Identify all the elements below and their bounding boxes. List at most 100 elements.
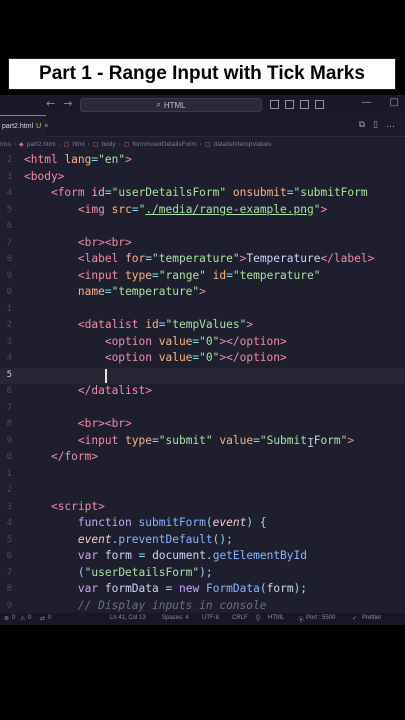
code-line: 9 <input type="range" id="temperature" — [0, 269, 405, 286]
line-number: 3 — [6, 171, 12, 182]
window-controls: — □ — [362, 97, 399, 108]
language-mode[interactable]: HTML — [268, 615, 284, 621]
breadcrumb-item[interactable]: html — [72, 141, 84, 148]
code-line: 5 event.preventDefault(); — [0, 533, 405, 550]
line-number: 9 — [6, 435, 12, 446]
command-search-box[interactable]: ⌕ HTML — [80, 98, 262, 112]
live-server-port[interactable]: Port : 5500 — [306, 615, 335, 621]
html-file-icon: ◆ — [19, 141, 24, 148]
line-number: 6 — [6, 551, 12, 561]
code-text: <label for="temperature">Temperature</la… — [77, 252, 375, 265]
line-number: 8 — [6, 584, 12, 594]
warnings-icon[interactable]: ⚠ — [20, 615, 25, 622]
line-number: 4 — [6, 353, 12, 363]
formatter[interactable]: Prettier — [362, 615, 381, 621]
code-line: 6 </datalist> — [0, 384, 405, 401]
breadcrumb: rms › ◆ part2.html › ▢ html › ▢ body › ▢… — [0, 137, 405, 151]
code-line: 3 <script> — [0, 500, 405, 517]
ports-icon[interactable]: ⇄ — [40, 615, 45, 622]
maximize-icon[interactable]: □ — [390, 97, 399, 108]
code-text: <html lang="en"> — [24, 153, 132, 166]
code-text: ("userDetailsForm"); — [77, 565, 213, 579]
breadcrumb-item[interactable]: datalist#tempValues — [214, 141, 272, 148]
line-number: 2 — [6, 155, 12, 165]
tab-part2-html[interactable]: part2.html U × — [0, 115, 48, 137]
code-text: var formData = new FormData(form); — [77, 582, 308, 595]
code-line: 6 — [0, 219, 405, 236]
element-icon: ▢ — [123, 141, 130, 148]
code-line: 6 var form = document.getElementById — [0, 549, 405, 566]
line-number: 7 — [6, 237, 12, 248]
code-text: </datalist> — [77, 384, 152, 397]
errors-count[interactable]: 0 — [12, 615, 15, 621]
line-number: 7 — [6, 402, 12, 413]
customize-layout-icon[interactable] — [315, 100, 324, 109]
editor-actions: ⧉ ▯ … — [359, 120, 395, 130]
line-number: 8 — [6, 419, 12, 429]
code-text: <form id="userDetailsForm" onsubmit="sub… — [50, 186, 368, 199]
element-icon: ▢ — [204, 141, 211, 148]
line-number: 9 — [6, 600, 12, 611]
line-number: 1 — [6, 303, 12, 314]
mouse-ibeam-cursor-icon: I — [307, 436, 315, 450]
breadcrumb-separator-icon: › — [87, 140, 90, 148]
code-text: </form> — [50, 450, 99, 463]
line-number: 6 — [6, 221, 12, 231]
breadcrumb-item[interactable]: body — [102, 141, 116, 148]
code-text: <datalist id="tempValues"> — [77, 318, 254, 331]
errors-icon[interactable]: ⊗ — [4, 615, 9, 622]
title-bar: ← → ⌕ HTML — □ — [0, 95, 405, 115]
code-text: var form = document.getElementById — [77, 549, 307, 562]
code-text: <input type="submit" value="Submit Form"… — [77, 433, 355, 447]
encoding[interactable]: UTF-8 — [202, 615, 219, 621]
code-line: 4 function submitForm(event) { — [0, 516, 405, 533]
breadcrumb-item[interactable]: part2.html — [27, 141, 56, 148]
line-number: 3 — [6, 336, 12, 347]
line-ending[interactable]: CRLF — [232, 615, 248, 621]
toggle-panel-icon[interactable] — [285, 100, 294, 109]
line-number: 9 — [6, 270, 12, 281]
split-editor-icon[interactable]: ▯ — [373, 120, 378, 130]
compare-changes-icon[interactable]: ⧉ — [359, 120, 365, 130]
code-editor-window: ← → ⌕ HTML — □ part2.html U × ⧉ ▯ … rms … — [0, 95, 405, 625]
code-line: 8 <label for="temperature">Temperature</… — [0, 252, 405, 269]
ports-count[interactable]: 0 — [48, 615, 51, 621]
code-text: <br><br> — [77, 235, 132, 249]
minimize-icon[interactable]: — — [362, 97, 372, 108]
toggle-secondary-sidebar-icon[interactable] — [300, 100, 309, 109]
close-tab-icon[interactable]: × — [44, 123, 48, 130]
more-actions-icon[interactable]: … — [386, 120, 395, 130]
code-line: 7 <br><br> — [0, 236, 405, 253]
code-text: event.preventDefault(); — [77, 532, 233, 546]
code-line: 1 — [0, 302, 405, 319]
toggle-sidebar-icon[interactable] — [270, 100, 279, 109]
code-text: // Display inputs in console — [77, 598, 267, 612]
warnings-count[interactable]: 0 — [28, 615, 31, 621]
line-number: 5 — [6, 534, 12, 545]
code-line: 8 var formData = new FormData(form); — [0, 582, 405, 599]
line-number: 2 — [6, 485, 12, 495]
code-line: 2 <html lang="en"> — [0, 153, 405, 170]
code-editor[interactable]: 2 <html lang="en"> 3 <body> 4 <form id="… — [0, 153, 405, 613]
code-text: <option value="0"></option> — [104, 351, 287, 364]
element-icon: ▢ — [63, 141, 70, 148]
search-icon: ⌕ — [156, 100, 161, 109]
forward-arrow-icon[interactable]: → — [63, 97, 72, 110]
code-line: 7 — [0, 401, 405, 418]
breadcrumb-separator-icon: › — [118, 140, 121, 148]
breadcrumb-item[interactable]: form#userDetailsForm — [132, 141, 196, 148]
untracked-badge: U — [36, 123, 42, 130]
navigation-arrows: ← → — [46, 97, 72, 110]
indentation[interactable]: Spaces: 4 — [162, 615, 189, 621]
line-number: 5 — [6, 369, 12, 380]
back-arrow-icon[interactable]: ← — [46, 97, 55, 110]
line-number: 0 — [6, 452, 12, 462]
code-line: 3 <option value="0"></option> — [0, 335, 405, 352]
breadcrumb-item[interactable]: rms — [0, 141, 11, 148]
line-number: 6 — [6, 386, 12, 396]
line-number: 1 — [6, 468, 12, 479]
line-number: 4 — [6, 518, 12, 528]
cursor-position[interactable]: Ln 41, Col 13 — [110, 615, 146, 621]
element-icon: ▢ — [92, 141, 99, 148]
code-line: 1 — [0, 467, 405, 484]
